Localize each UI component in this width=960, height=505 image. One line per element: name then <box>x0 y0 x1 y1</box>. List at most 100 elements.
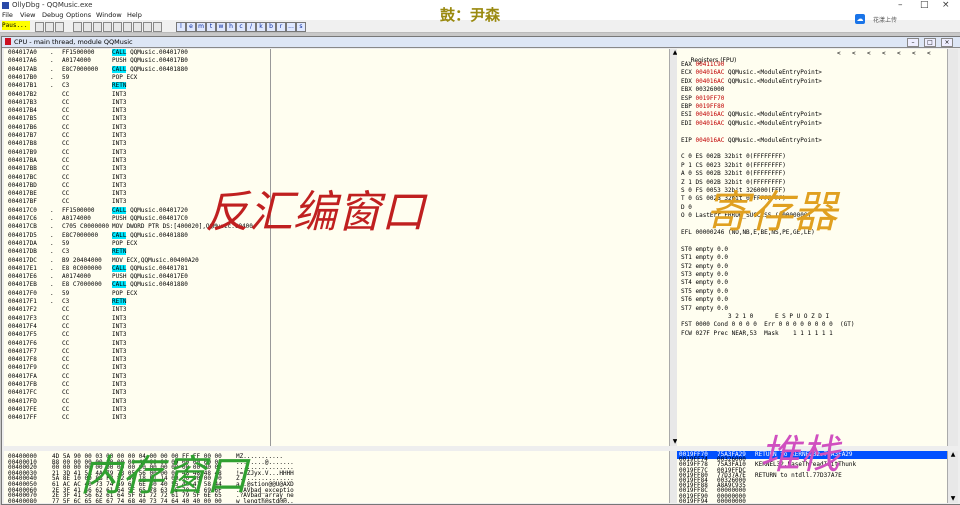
disasm-row[interactable]: 004017BE CC INT3 <box>4 190 669 198</box>
cpu-close-icon[interactable]: × <box>941 38 953 47</box>
register-line[interactable]: FST 0000 Cond 0 0 0 0 Err 0 0 0 0 0 0 0 … <box>681 321 854 329</box>
disasm-row[interactable]: 004017C0. FF1500000 CALL QQMusic.00401720 <box>4 206 669 215</box>
disasm-row[interactable]: 004017DB. C3 RETN <box>4 248 669 256</box>
disasm-row[interactable]: 004017BF CC INT3 <box>4 198 669 206</box>
register-line[interactable]: EFL 00000246 (NO,NB,E,BE,NS,PE,GE,LE) <box>681 229 815 237</box>
cpu-maximize-icon[interactable]: □ <box>924 38 936 47</box>
cpu-minimize-icon[interactable]: – <box>907 38 919 47</box>
disasm-row[interactable]: 004017B5 CC INT3 <box>4 115 669 123</box>
toolbar-window-button-1[interactable]: l <box>176 22 186 32</box>
disasm-row[interactable]: 004017F3 CC INT3 <box>4 315 669 323</box>
disasm-row[interactable]: 004017D5. E8C7000000 CALL QQMusic.00401880 <box>4 231 669 240</box>
toolbar-window-button-8[interactable]: / <box>246 22 256 32</box>
toolbar-button-7[interactable] <box>103 22 112 32</box>
register-line[interactable]: D 0 <box>681 204 699 212</box>
register-view-button-1[interactable]: < <box>837 50 841 57</box>
disassembly-pane[interactable]: 004017A0. FF1500000 CALL QQMusic.00401700 0… <box>4 49 669 446</box>
register-line[interactable]: EDX 004016AC QQMusic.<ModuleEntryPoint> <box>681 78 822 86</box>
disasm-row[interactable]: 004017B9 CC INT3 <box>4 149 669 157</box>
disasm-row[interactable]: 004017F5 CC INT3 <box>4 331 669 339</box>
register-line[interactable]: S 0 FS 0053 32bit 326000(FFF) <box>681 187 786 195</box>
toolbar-window-button-10[interactable]: b <box>266 22 276 32</box>
stack-scroll-down-icon[interactable]: ▼ <box>949 495 957 502</box>
register-line[interactable]: 3 2 1 0 E S P U O Z D I <box>681 313 829 321</box>
disasm-row[interactable]: 004017FB CC INT3 <box>4 381 669 389</box>
register-line[interactable] <box>681 221 688 229</box>
toolbar-button-2[interactable] <box>45 22 54 32</box>
disasm-row[interactable]: 004017F4 CC INT3 <box>4 323 669 331</box>
memory-dump-pane[interactable]: 00400000 4D 5A 90 00 03 00 00 00 04 00 00… <box>4 451 669 503</box>
disasm-comment-divider[interactable] <box>270 49 271 446</box>
disasm-row[interactable]: 004017B1. C3 RETN <box>4 82 669 90</box>
register-line[interactable]: EBP 0019FF80 <box>681 103 728 111</box>
toolbar-button-9[interactable] <box>123 22 132 32</box>
disasm-row[interactable]: 004017DC. B9 20404000 MOV ECX,QQMusic.0040… <box>4 257 669 265</box>
toolbar-button-8[interactable] <box>113 22 122 32</box>
disasm-row[interactable]: 004017B3 CC INT3 <box>4 99 669 107</box>
disasm-row[interactable]: 004017FF CC INT3 <box>4 414 669 422</box>
toolbar-button-10[interactable] <box>133 22 142 32</box>
toolbar-button-1[interactable] <box>35 22 44 32</box>
register-line[interactable] <box>681 237 688 245</box>
minimize-icon[interactable]: – <box>898 0 903 11</box>
register-line[interactable]: C 0 ES 002B 32bit 0(FFFFFFFF) <box>681 153 786 161</box>
register-line[interactable]: O 0 LastErr ERROR_SUCCESS (00000000) <box>681 212 811 220</box>
toolbar-window-button-7[interactable]: c <box>236 22 246 32</box>
stack-row[interactable]: 0019FF94 00000000 <box>677 498 947 503</box>
toolbar-button-12[interactable] <box>153 22 162 32</box>
disasm-row[interactable]: 004017F7 CC INT3 <box>4 348 669 356</box>
registers-pane[interactable]: Registers (FPU) < < < < < < < EAX 00411C90 ECX … <box>677 49 947 446</box>
stack-scroll-up-icon[interactable]: ▲ <box>949 451 957 458</box>
register-view-button-4[interactable]: < <box>882 50 886 57</box>
disasm-row[interactable]: 004017BD CC INT3 <box>4 182 669 190</box>
register-line[interactable]: ST0 empty 0.0 <box>681 246 728 254</box>
menu-item-options[interactable]: Options <box>66 11 91 19</box>
stack-pane[interactable]: 0019FF70 75A3FA29 RETURN to KERNEL32.75A3F… <box>677 451 947 503</box>
toolbar-window-button-5[interactable]: w <box>216 22 226 32</box>
toolbar-button-4[interactable] <box>73 22 82 32</box>
register-view-button-5[interactable]: < <box>897 50 901 57</box>
toolbar-button-5[interactable] <box>83 22 92 32</box>
toolbar-window-button-12[interactable]: ... <box>286 22 296 32</box>
disasm-row[interactable]: 004017DA. 59 POP ECX <box>4 240 669 248</box>
disasm-row[interactable]: 004017B6 CC INT3 <box>4 124 669 132</box>
disasm-row[interactable]: 004017FC CC INT3 <box>4 389 669 397</box>
disasm-row[interactable]: 004017BB CC INT3 <box>4 165 669 173</box>
register-line[interactable]: ECX 004016AC QQMusic.<ModuleEntryPoint> <box>681 69 822 77</box>
register-line[interactable]: ST4 empty 0.0 <box>681 279 728 287</box>
register-line[interactable]: ST2 empty 0.0 <box>681 263 728 271</box>
disasm-row[interactable]: 004017BA CC INT3 <box>4 157 669 165</box>
disasm-row[interactable]: 004017E1. E8 0C000000 CALL QQMusic.0040178… <box>4 264 669 273</box>
disasm-row[interactable]: 004017F1. C3 RETN <box>4 298 669 306</box>
toolbar-window-button-3[interactable]: m <box>196 22 206 32</box>
register-line[interactable]: EDI 004016AC QQMusic.<ModuleEntryPoint> <box>681 120 822 128</box>
register-line[interactable]: ST3 empty 0.0 <box>681 271 728 279</box>
register-line[interactable]: ST5 empty 0.0 <box>681 288 728 296</box>
register-line[interactable] <box>681 145 688 153</box>
disasm-row[interactable]: 004017FD CC INT3 <box>4 398 669 406</box>
disasm-row[interactable]: 004017FA CC INT3 <box>4 373 669 381</box>
disasm-row[interactable]: 004017AB. E8C7000000 CALL QQMusic.00401880 <box>4 65 669 74</box>
register-line[interactable]: EIP 004016AC QQMusic.<ModuleEntryPoint> <box>681 137 822 145</box>
disasm-row[interactable]: 004017B2 CC INT3 <box>4 91 669 99</box>
disasm-row[interactable]: 004017A0. FF1500000 CALL QQMusic.00401700 <box>4 49 669 57</box>
toolbar-window-button-6[interactable]: h <box>226 22 236 32</box>
toolbar-window-button-4[interactable]: t <box>206 22 216 32</box>
register-line[interactable]: ESI 004016AC QQMusic.<ModuleEntryPoint> <box>681 111 822 119</box>
menu-item-window[interactable]: Window <box>96 11 122 19</box>
disasm-row[interactable]: 004017F6 CC INT3 <box>4 340 669 348</box>
disasm-row[interactable]: 004017F2 CC INT3 <box>4 306 669 314</box>
menu-item-view[interactable]: View <box>20 11 35 19</box>
cloud-upload-button[interactable]: ☁ 花漾上传 <box>853 12 913 26</box>
register-line[interactable]: Z 1 DS 002B 32bit 0(FFFFFFFF) <box>681 179 786 187</box>
toolbar-window-button-11[interactable]: r <box>276 22 286 32</box>
register-line[interactable]: EBX 00326000 <box>681 86 728 94</box>
register-line[interactable]: A 0 SS 002B 32bit 0(FFFFFFFF) <box>681 170 786 178</box>
stack-scrollbar[interactable]: ▲ ▼ <box>947 451 958 503</box>
register-line[interactable] <box>681 128 688 136</box>
disasm-row[interactable]: 004017F0. 59 POP ECX <box>4 290 669 298</box>
disasm-row[interactable]: 004017B4 CC INT3 <box>4 107 669 115</box>
disasm-row[interactable]: 004017E6. A0174000 PUSH QQMusic.004017E0 <box>4 273 669 281</box>
register-view-button-2[interactable]: < <box>852 50 856 57</box>
disasm-row[interactable]: 004017C6. A0174000 PUSH QQMusic.004017C0 <box>4 215 669 223</box>
